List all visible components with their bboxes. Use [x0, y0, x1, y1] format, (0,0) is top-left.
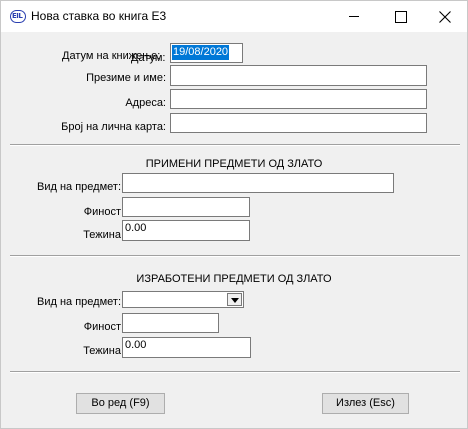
- id-card-field[interactable]: [170, 113, 427, 133]
- used-fineness-label: Финост: [83, 206, 121, 218]
- made-type-select[interactable]: [122, 291, 244, 308]
- exit-button[interactable]: Излез (Esc): [322, 393, 409, 414]
- window-title: Нова ставка во книга Е3: [31, 9, 167, 23]
- dialog-window: Нова ставка во книга Е3 Датум на книжење…: [0, 0, 468, 429]
- used-fineness-field[interactable]: [122, 197, 250, 217]
- date-value: 19/08/2020: [172, 45, 230, 60]
- made-weight-label: Тежина: [83, 345, 121, 357]
- address-label: Адреса:: [125, 97, 166, 109]
- id-card-label: Број на лична карта:: [61, 121, 166, 133]
- made-section-title: ИЗРАБОТЕНИ ПРЕДМЕТИ ОД ЗЛАТО: [136, 273, 332, 285]
- used-type-field[interactable]: [122, 173, 394, 193]
- name-field[interactable]: [170, 65, 427, 86]
- address-field[interactable]: [170, 89, 427, 109]
- app-icon[interactable]: [10, 10, 26, 23]
- ok-button[interactable]: Во ред (F9): [76, 393, 165, 414]
- used-type-label: Вид на предмет:: [37, 181, 121, 193]
- used-section-title: ПРИМЕНИ ПРЕДМЕТИ ОД ЗЛАТО: [145, 158, 323, 170]
- separator: [10, 371, 460, 373]
- close-icon[interactable]: [422, 1, 468, 32]
- date-label-overlay: Датум:: [131, 52, 166, 64]
- made-fineness-label: Финост: [83, 321, 121, 333]
- made-weight-field[interactable]: 0.00: [122, 337, 251, 358]
- maximize-icon[interactable]: [377, 1, 423, 32]
- title-bar[interactable]: Нова ставка во книга Е3: [1, 1, 467, 32]
- separator: [10, 144, 460, 146]
- minimize-icon[interactable]: [331, 1, 377, 32]
- used-weight-field[interactable]: 0.00: [122, 220, 250, 241]
- made-fineness-field[interactable]: [122, 313, 219, 333]
- name-label: Презиме и име:: [86, 72, 166, 84]
- chevron-down-icon[interactable]: [227, 293, 242, 306]
- date-field[interactable]: 19/08/2020: [170, 43, 243, 63]
- made-type-label: Вид на предмет:: [37, 296, 121, 308]
- used-weight-label: Тежина: [83, 229, 121, 241]
- separator: [10, 255, 460, 257]
